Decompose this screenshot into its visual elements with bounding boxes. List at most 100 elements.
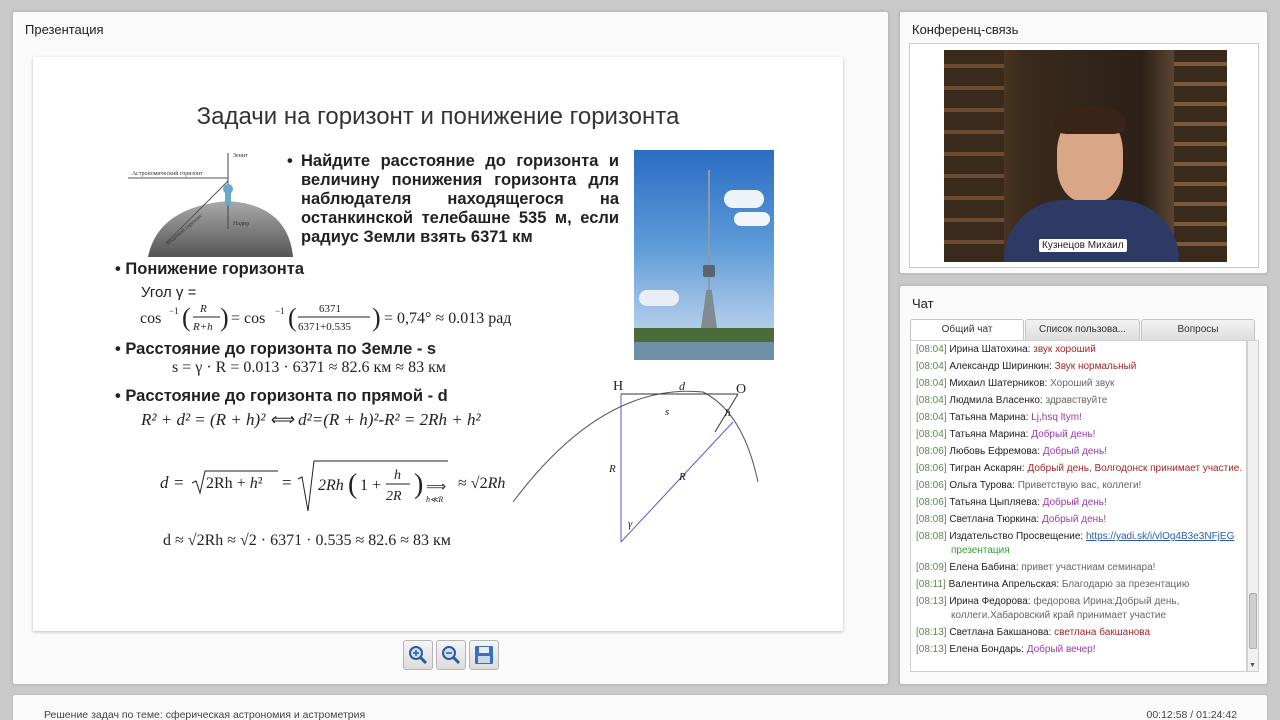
- save-icon: [475, 646, 493, 664]
- tab-questions[interactable]: Вопросы: [1141, 319, 1255, 340]
- message-author: Михаил Шатерников:: [949, 378, 1048, 389]
- message-author: Светлана Бакшанова:: [949, 627, 1052, 638]
- presentation-title: Презентация: [25, 22, 104, 37]
- svg-text:(: (: [182, 303, 191, 332]
- bullet-task: • Найдите расстояние до горизонта и вели…: [287, 152, 619, 247]
- bullet-d-text: Расстояние до горизонта по прямой - d: [125, 387, 448, 405]
- message-author: Татьяна Цыпляева:: [949, 497, 1040, 508]
- conference-panel: Конференц-связь Кузнецов Михаил: [899, 11, 1268, 274]
- message-text: Добрый вечер!: [1026, 644, 1096, 655]
- message-text: привет участниам семинара!: [1021, 562, 1156, 573]
- chat-panel: Чат Общий чат Список пользова... Вопросы…: [899, 285, 1268, 685]
- svg-text:2R: 2R: [386, 489, 402, 504]
- svg-text:(: (: [348, 469, 357, 500]
- chat-message: [08:09] Елена Бабина: привет участниам с…: [916, 561, 1246, 575]
- webcam-video[interactable]: Кузнецов Михаил: [944, 50, 1227, 262]
- message-author: Ольга Турова:: [949, 480, 1015, 491]
- chat-message: [08:06] Татьяна Цыпляева: Добрый день!: [916, 496, 1246, 510]
- message-text: Добрый день!: [1042, 446, 1108, 457]
- label-gamma: γ: [628, 518, 633, 530]
- label-R-right: R: [678, 471, 686, 483]
- chat-message: [08:06] Любовь Ефремова: Добрый день!: [916, 445, 1246, 459]
- bullet-dot: •: [115, 260, 126, 278]
- zoom-out-button[interactable]: [436, 640, 466, 670]
- message-text: Благодарю за презентацию: [1061, 579, 1190, 590]
- label-H: H: [613, 379, 623, 394]
- message-text: Приветствую вас, коллеги!: [1017, 480, 1142, 491]
- zoom-in-button[interactable]: [403, 640, 433, 670]
- svg-text:⟹: ⟹: [426, 480, 446, 495]
- message-author: Валентина Апрельская:: [948, 579, 1060, 590]
- message-time: [08:13]: [916, 627, 947, 638]
- message-author: Ирина Шатохина:: [949, 344, 1031, 355]
- gamma-result: = 0,74° ≈ 0.013 рад: [384, 310, 511, 327]
- horizon-label: Астрономический горизонт: [132, 170, 203, 177]
- svg-text:≈ √2Rh: ≈ √2Rh: [458, 475, 505, 492]
- message-time: [08:09]: [916, 562, 947, 573]
- message-time: [08:04]: [916, 395, 947, 406]
- svg-text:(: (: [288, 303, 297, 332]
- bullet-dot: •: [115, 340, 126, 358]
- message-time: [08:06]: [916, 446, 947, 457]
- label-R-left: R: [608, 463, 616, 475]
- svg-text:1 +: 1 +: [360, 477, 381, 494]
- bullet-dot: •: [115, 387, 126, 405]
- svg-text:R: R: [199, 303, 207, 315]
- geometry-diagram: H O d s h R R γ: [512, 379, 759, 543]
- chat-message: [08:04] Татьяна Марина: Lj,hsq ltym!: [916, 411, 1246, 425]
- message-text: Добрый день!: [1031, 429, 1096, 440]
- chat-message: [08:04] Александр Ширинкин: Звук нормаль…: [916, 360, 1246, 374]
- message-author: Издательство Просвещение:: [949, 531, 1084, 542]
- message-text: Добрый день, Волгодонск принимает участи…: [1027, 463, 1243, 474]
- label-h: h: [725, 407, 731, 419]
- message-time: [08:11]: [916, 579, 946, 590]
- svg-text:2Rh: 2Rh: [318, 477, 344, 494]
- zoom-in-icon: [409, 646, 428, 665]
- scroll-down-icon[interactable]: ▼: [1249, 662, 1256, 669]
- message-author: Елена Бабина:: [949, 562, 1019, 573]
- message-link[interactable]: https://yadi.sk/i/vlOg4B3e3NFjEG: [1086, 531, 1234, 542]
- message-text: здравствуйте: [1045, 395, 1108, 406]
- svg-text:): ): [220, 303, 229, 332]
- chat-message: [08:08] Светлана Тюркина: Добрый день!: [916, 513, 1246, 527]
- message-time: [08:04]: [916, 429, 947, 440]
- save-button[interactable]: [469, 640, 499, 670]
- chat-messages[interactable]: [08:04] Ирина Шатохина: звук хороший [08:…: [910, 340, 1247, 672]
- message-text: презентация: [951, 545, 1010, 556]
- message-time: [08:08]: [916, 514, 947, 525]
- svg-text:cos: cos: [140, 310, 161, 327]
- formula-s: s = γ · R = 0.013 · 6371 ≈ 82.6 км ≈ 83 …: [172, 359, 447, 376]
- label-O: O: [736, 382, 746, 397]
- svg-text:R+h: R+h: [192, 321, 213, 333]
- formula-gamma: cos −1 ( R R+h ) = cos −1 ( 6371 6371+0.53…: [140, 303, 511, 333]
- tab-general-chat[interactable]: Общий чат: [910, 319, 1024, 341]
- tab-user-list[interactable]: Список пользова...: [1025, 319, 1140, 340]
- formula-d-final: d ≈ √2Rh ≈ √2 · 6371 · 0.535 ≈ 82.6 ≈ 83…: [163, 532, 451, 549]
- message-text: Звук нормальный: [1054, 361, 1137, 372]
- bullet-lowering: • Понижение горизонта: [115, 260, 304, 279]
- svg-text:−1: −1: [275, 306, 285, 316]
- zenith-label: Зенит: [233, 153, 248, 159]
- message-time: [08:04]: [916, 412, 947, 423]
- svg-text:−1: −1: [169, 306, 179, 316]
- bullet-lowering-text: Понижение горизонта: [125, 260, 304, 278]
- chat-message: [08:04] Людмила Власенко: здравствуйте: [916, 394, 1246, 408]
- chat-message: [08:04] Ирина Шатохина: звук хороший: [916, 343, 1246, 357]
- chat-message: [08:13] Ирина Федорова: федорова Ирина:Д…: [916, 595, 1246, 623]
- svg-text:h≪R: h≪R: [426, 495, 443, 504]
- message-time: [08:13]: [916, 596, 947, 607]
- message-author: Александр Ширинкин:: [949, 361, 1052, 372]
- chat-scrollbar[interactable]: ▼: [1247, 340, 1259, 672]
- message-author: Тигран Аскарян:: [949, 463, 1025, 474]
- bullet-s-text: Расстояние до горизонта по Земле - s: [125, 340, 437, 358]
- message-text: светлана бакшанова: [1054, 627, 1151, 638]
- svg-text:6371: 6371: [319, 303, 341, 315]
- label-s: s: [665, 406, 669, 418]
- chat-message: [08:13] Елена Бондарь: Добрый вечер!: [916, 643, 1246, 657]
- chat-message: [08:04] Татьяна Марина: Добрый день!: [916, 428, 1246, 442]
- svg-text:2Rh + h²: 2Rh + h²: [206, 475, 263, 492]
- chat-message: [08:06] Ольга Турова: Приветствую вас, к…: [916, 479, 1246, 493]
- svg-text:d: d: [160, 473, 169, 492]
- speaker-name-tag: Кузнецов Михаил: [1039, 239, 1127, 252]
- svg-text:6371+0.535: 6371+0.535: [298, 321, 351, 333]
